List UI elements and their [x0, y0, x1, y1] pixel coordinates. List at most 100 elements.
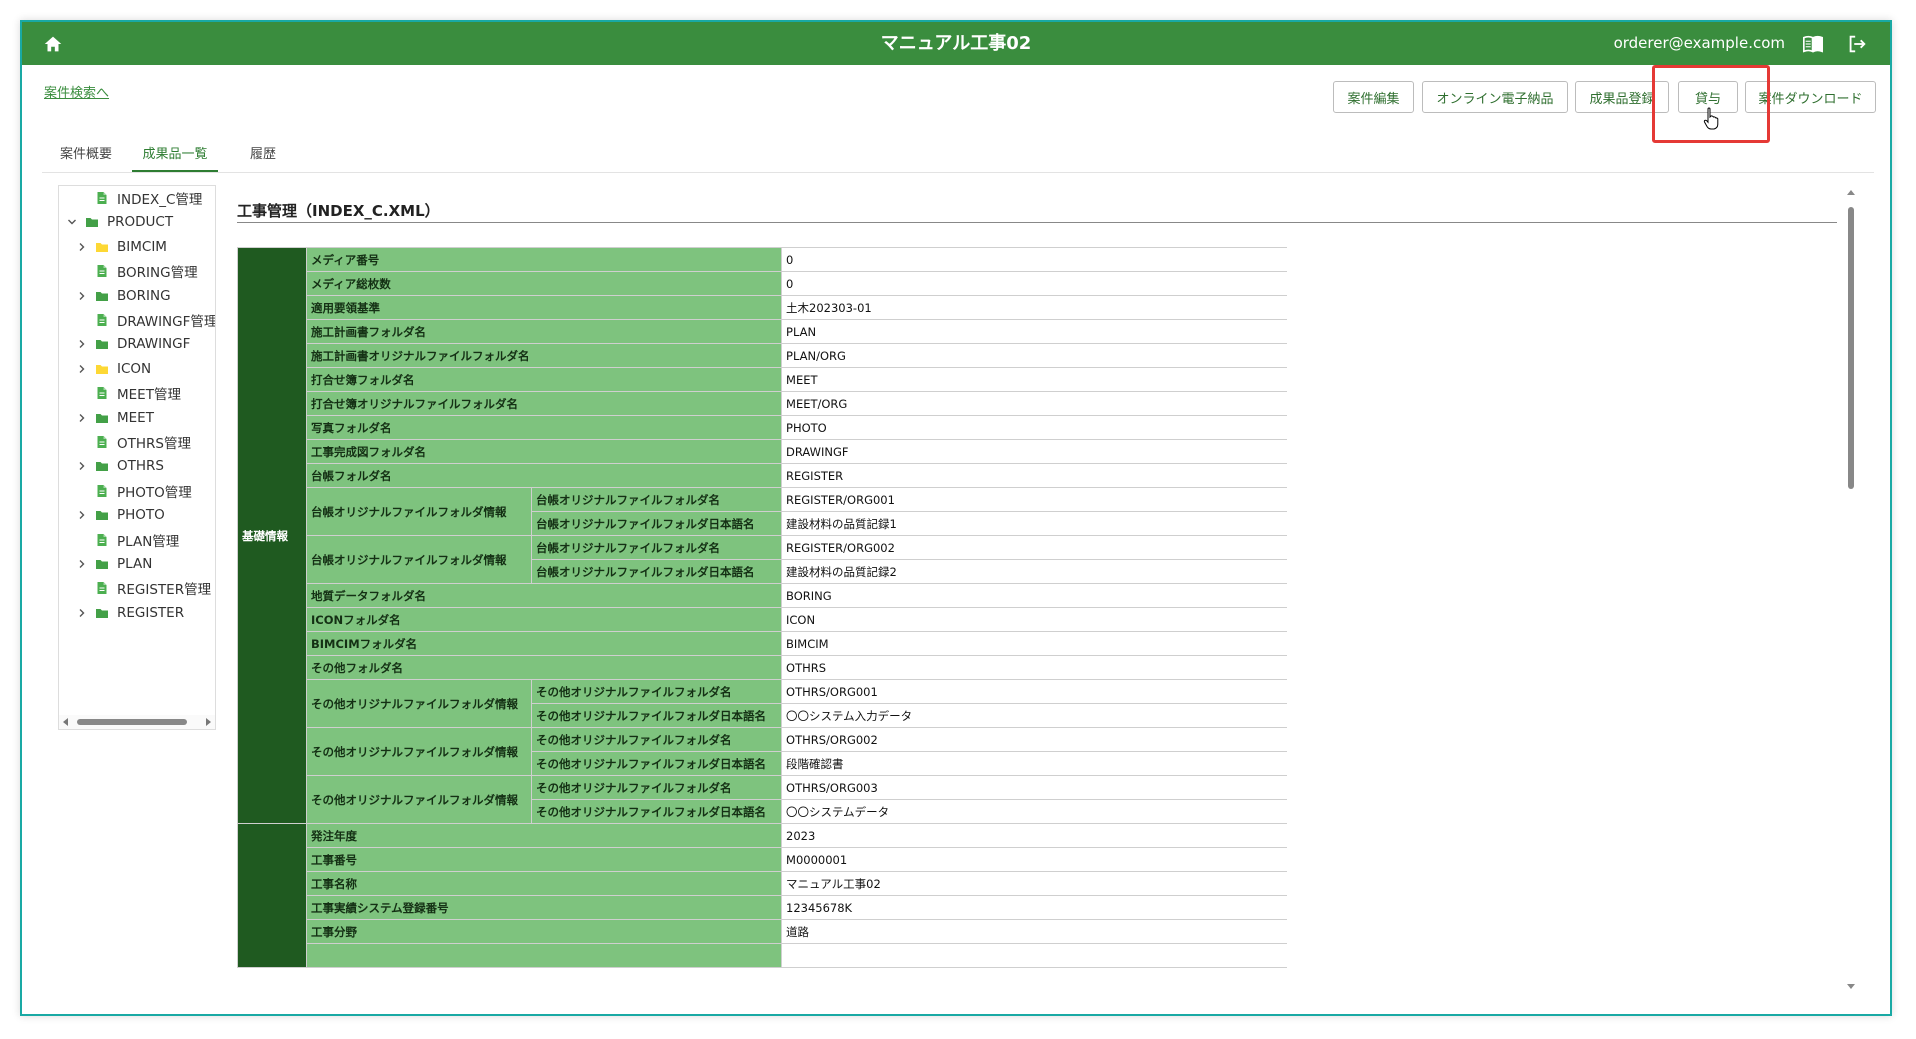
field-label-cell: その他オリジナルファイルフォルダ名 [530, 727, 783, 752]
field-value-cell: 土木202303-01 [781, 295, 1287, 320]
table-row: 台帳オリジナルファイルフォルダ情報 台帳オリジナルファイルフォルダ名 REGISTE… [238, 487, 1287, 536]
folder-tree: INDEX_C管理 PRODUCT BIMCIM BORING管理 BORING DRAW… [58, 185, 216, 730]
field-label-cell: ICONフォルダ名 [305, 607, 783, 632]
folder-icon [95, 557, 109, 571]
logout-icon[interactable] [1846, 33, 1868, 55]
chevron-right-icon[interactable] [75, 459, 89, 473]
chevron-right-icon[interactable] [75, 606, 89, 620]
tree-item-register[interactable]: REGISTER [75, 602, 184, 624]
edit-project-button[interactable]: 案件編集 [1333, 81, 1414, 113]
tree-item-plan-mgmt[interactable]: PLAN管理 [75, 529, 179, 551]
field-value-cell: OTHRS [781, 655, 1287, 680]
field-value-cell: BORING [781, 583, 1287, 608]
scroll-left-arrow[interactable] [63, 718, 68, 726]
field-value-cell: BIMCIM [781, 631, 1287, 656]
index-table: 基礎情報 メディア番号 0 メディア総枚数 0 適用要領基準 土木202303-01 施工計画… [237, 247, 1287, 968]
deliverable-register-button[interactable]: 成果品登録 [1575, 81, 1669, 113]
tree-item-label: DRAWINGF [117, 336, 191, 353]
folder-icon [95, 508, 109, 522]
tree-item-meet[interactable]: MEET [75, 407, 154, 429]
tree-item-label: PLAN管理 [117, 533, 180, 550]
user-email: orderer@example.com [1613, 34, 1785, 52]
tree-item-boring-mgmt[interactable]: BORING管理 [75, 260, 198, 282]
scroll-thumb[interactable] [1848, 207, 1854, 489]
table-row: 打合せ簿フォルダ名 MEET [238, 367, 1287, 392]
back-to-search-link[interactable]: 案件検索へ [44, 82, 109, 101]
field-value-cell: REGISTER [781, 463, 1287, 488]
tree-item-bimcim[interactable]: BIMCIM [75, 236, 167, 258]
tree-horizontal-scrollbar[interactable] [59, 715, 215, 729]
chevron-right-icon[interactable] [75, 508, 89, 522]
tab-history[interactable]: 履歴 [240, 142, 286, 172]
tree-item-meet-mgmt[interactable]: MEET管理 [75, 382, 181, 404]
online-delivery-button[interactable]: オンライン電子納品 [1422, 81, 1568, 113]
section-header-project-info [237, 823, 307, 968]
file-icon [95, 435, 109, 449]
table-row: その他オリジナルファイルフォルダ情報 その他オリジナルファイルフォルダ名 OTHRS… [238, 727, 1287, 776]
folder-icon [95, 289, 109, 303]
project-download-button[interactable]: 案件ダウンロード [1745, 81, 1876, 113]
field-value-cell: 0 [781, 247, 1287, 272]
tree-item-product[interactable]: PRODUCT [65, 211, 173, 233]
table-row: 地質データフォルダ名 BORING [238, 583, 1287, 608]
tree-item-label: PHOTO管理 [117, 484, 192, 501]
scroll-down-arrow[interactable] [1847, 984, 1855, 989]
scroll-up-arrow[interactable] [1847, 190, 1855, 195]
field-value-cell: 建設材料の品質記録1 [781, 511, 1287, 536]
chevron-right-icon[interactable] [75, 337, 89, 351]
tree-item-label: INDEX_C管理 [117, 192, 203, 208]
group-label-cell: その他オリジナルファイルフォルダ情報 [306, 679, 532, 728]
table-row: BIMCIMフォルダ名 BIMCIM [238, 631, 1287, 656]
tree-item-drawingf-mgmt[interactable]: DRAWINGF管理 [75, 309, 216, 331]
manual-book-icon[interactable] [1802, 33, 1824, 55]
table-row: その他オリジナルファイルフォルダ情報 その他オリジナルファイルフォルダ名 OTHRS… [238, 775, 1287, 824]
field-value-cell: MEET [781, 367, 1287, 392]
field-value-cell: 建設材料の品質記録2 [781, 559, 1287, 584]
field-value-cell: 0 [781, 271, 1287, 296]
chevron-down-icon[interactable] [65, 215, 79, 229]
tree-item-plan[interactable]: PLAN [75, 553, 152, 575]
table-row: ICONフォルダ名 ICON [238, 607, 1287, 632]
content-scrollbar[interactable] [1844, 187, 1858, 992]
folder-icon [95, 240, 109, 254]
file-icon [95, 264, 109, 278]
app-window: マニュアル工事02 orderer@example.com 案件検索へ 案件編集… [20, 20, 1892, 1016]
field-value-cell: MEET/ORG [781, 391, 1287, 416]
tree-item-othrs[interactable]: OTHRS [75, 455, 164, 477]
lend-button[interactable]: 貸与 [1678, 81, 1738, 113]
home-icon[interactable] [42, 33, 64, 55]
chevron-right-icon[interactable] [75, 411, 89, 425]
table-row: 基礎情報 メディア番号 0 [237, 247, 1287, 824]
chevron-right-icon[interactable] [75, 240, 89, 254]
field-label-cell: その他オリジナルファイルフォルダ日本語名 [530, 751, 783, 776]
app-header: マニュアル工事02 orderer@example.com [22, 22, 1890, 65]
chevron-right-icon[interactable] [75, 557, 89, 571]
tree-item-register-mgmt[interactable]: REGISTER管理 [75, 577, 211, 599]
tree-item-photo-mgmt[interactable]: PHOTO管理 [75, 480, 192, 502]
tab-deliverables-list[interactable]: 成果品一覧 [132, 142, 218, 172]
section-header-basic-info: 基礎情報 [237, 247, 307, 824]
tree-item-label: DRAWINGF管理 [117, 314, 216, 330]
field-label-cell: その他オリジナルファイルフォルダ名 [530, 775, 783, 800]
chevron-right-icon[interactable] [75, 362, 89, 376]
scroll-right-arrow[interactable] [206, 718, 211, 726]
table-row: 発注年度 2023 [237, 823, 1287, 968]
tree-item-drawingf[interactable]: DRAWINGF [75, 333, 190, 355]
tree-item-photo[interactable]: PHOTO [75, 504, 165, 526]
chevron-right-icon[interactable] [75, 289, 89, 303]
folder-icon [95, 362, 109, 376]
folder-icon [85, 215, 99, 229]
field-label-cell: その他オリジナルファイルフォルダ日本語名 [530, 799, 783, 824]
tab-project-overview[interactable]: 案件概要 [50, 142, 122, 172]
tree-item-icon[interactable]: ICON [75, 358, 151, 380]
tree-item-othrs-mgmt[interactable]: OTHRS管理 [75, 431, 191, 453]
table-row: 打合せ簿オリジナルファイルフォルダ名 MEET/ORG [238, 391, 1287, 416]
tree-item-label: BORING管理 [117, 265, 198, 282]
group-label-cell: その他オリジナルファイルフォルダ情報 [306, 727, 532, 776]
tree-item-boring[interactable]: BORING [75, 285, 171, 307]
field-value-cell: OTHRS/ORG003 [781, 775, 1287, 800]
tree-item-indexc-mgmt[interactable]: INDEX_C管理 [75, 187, 202, 209]
tree-scroll-thumb[interactable] [77, 719, 187, 725]
